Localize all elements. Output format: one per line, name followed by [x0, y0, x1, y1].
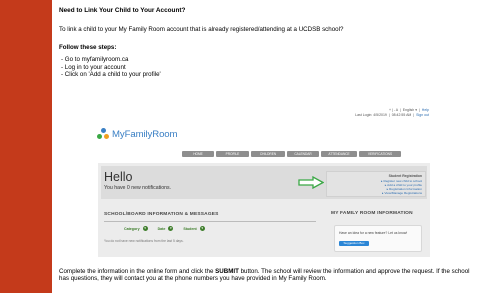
help-link[interactable]: Help [422, 108, 429, 112]
student-registration-links: ▸ Register new child to school ▸ Add a c… [381, 179, 422, 195]
filter-category-label: Category [124, 226, 140, 231]
chevron-down-icon: ▾ [199, 226, 205, 231]
filter-date[interactable]: Date ▾ [158, 226, 174, 231]
chevron-down-icon: ▾ [142, 226, 148, 231]
chevron-down-icon: ▾ [168, 226, 174, 231]
steps-list: - Go to myfamilyroom.ca - Log in to your… [61, 56, 161, 79]
last-login-time: 08:42:55 AM [391, 112, 412, 117]
dashboard-panel: Hello You have 0 new notifications. Stud… [98, 163, 430, 257]
nav-calendar[interactable]: CALENDAR [287, 151, 319, 157]
no-notifications-text: You do not have new notifications from t… [104, 239, 184, 243]
outro-text-start: Complete the information in the online f… [59, 268, 216, 275]
submit-emphasis: SUBMIT [215, 268, 239, 275]
notifications-text: You have 0 new notifications. [104, 185, 172, 191]
document-heading: Need to Link Your Child to Your Account? [59, 7, 186, 14]
top-utility-bar: + | - A | English ▾ | Help Last Login: 4… [355, 108, 429, 117]
student-registration-box: Student Registration ▸ Register new chil… [326, 171, 426, 197]
outro-text: Complete the information in the online f… [59, 268, 471, 283]
nav-home[interactable]: HOME [182, 151, 214, 157]
school-board-info-title: SCHOOL/BOARD INFORMATION & MESSAGES [104, 212, 219, 217]
filter-student[interactable]: Student ▾ [183, 226, 205, 231]
steps-title: Follow these steps: [59, 44, 117, 51]
hello-heading: Hello [104, 170, 133, 184]
arrow-right-icon [298, 176, 324, 189]
nav-children[interactable]: CHILDREN [251, 151, 285, 157]
step-item: - Click on 'Add a child to your profile' [61, 71, 161, 79]
suggestion-prompt: Have an idea for a new feature? Let us k… [339, 231, 408, 235]
main-nav: HOME PROFILE CHILDREN CALENDAR ATTENDANC… [182, 151, 401, 157]
language-select[interactable]: English [403, 108, 414, 112]
student-registration-title: Student Registration [388, 174, 422, 178]
chevron-down-icon: ▾ [415, 108, 417, 112]
family-logo-icon [97, 128, 109, 140]
filter-date-label: Date [157, 226, 166, 231]
nav-verifications[interactable]: VERIFICATIONS [359, 151, 401, 157]
myfamilyroom-screenshot: + | - A | English ▾ | Help Last Login: 4… [85, 106, 433, 263]
filter-category[interactable]: Category ▾ [124, 226, 148, 231]
section-divider [104, 221, 316, 222]
step-item: - Log in to your account [61, 63, 126, 71]
filter-student-label: Student [183, 226, 197, 231]
message-filters: Category ▾ Date ▾ Student ▾ [124, 226, 205, 231]
nav-profile[interactable]: PROFILE [216, 151, 249, 157]
nav-attendance[interactable]: ATTENDANCE [321, 151, 357, 157]
logo-text: MyFamilyRoom [112, 128, 178, 140]
intro-text: To link a child to your My Family Room a… [59, 26, 344, 33]
greeting-box: Hello You have 0 new notifications. Stud… [101, 166, 427, 199]
myfamilyroom-logo[interactable]: MyFamilyRoom [97, 128, 178, 140]
sign-out-link[interactable]: Sign out [416, 113, 429, 117]
document-page: Need to Link Your Child to Your Account?… [52, 0, 477, 293]
last-login-text: Last Login: 4/5/2019 [355, 112, 387, 117]
link-view-manage-registrations[interactable]: ▸ View/Manage Registrations [381, 191, 422, 195]
my-family-room-info-title: MY FAMILY ROOM INFORMATION [331, 211, 413, 216]
suggestion-box-button[interactable]: Suggestion Box [339, 241, 369, 246]
suggestion-box-card: Have an idea for a new feature? Let us k… [334, 225, 422, 252]
step-item: - Go to myfamilyroom.ca [61, 56, 129, 63]
font-size-controls[interactable]: + | - A [389, 108, 398, 112]
